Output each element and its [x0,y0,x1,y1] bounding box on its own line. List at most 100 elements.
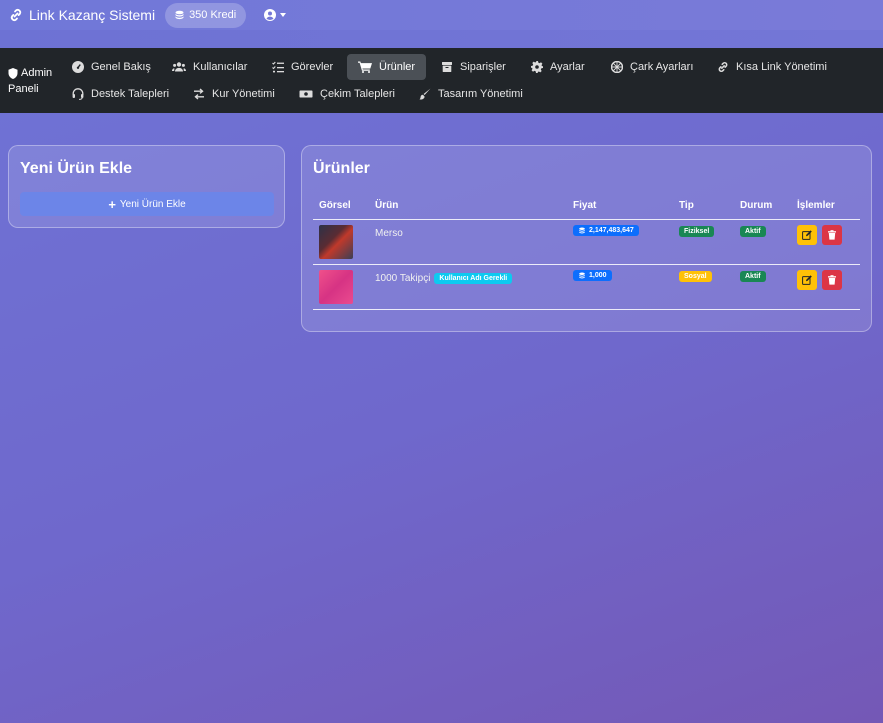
cart-icon [358,61,372,73]
product-thumbnail[interactable] [319,269,353,304]
col-header-islemler: İşlemler [791,193,860,220]
nav-item-label: Tasarım Yönetimi [438,88,523,100]
cell-status: Aktif [734,264,791,310]
admin-brand-line2: Paneli [8,83,39,95]
col-header-fiyat: Fiyat [567,193,673,220]
nav-item-label: Destek Talepleri [91,88,170,100]
wheel-icon [611,61,623,73]
nav-item-urunler[interactable]: Ürünler [347,54,427,80]
cell-actions [791,219,860,265]
brand-link[interactable]: Link Kazanç Sistemi [8,7,155,23]
nav-item-kisa-link[interactable]: Kısa Link Yönetimi [706,54,838,80]
top-navbar: Link Kazanç Sistemi 350 Kredi [0,0,883,30]
headset-icon [72,88,84,100]
add-product-card: Yeni Ürün Ekle + Yeni Ürün Ekle [8,145,285,228]
cell-product: 1000 Takipçi Kullanıcı Adı Gerekli [369,264,567,310]
price-badge: 2,147,483,647 [573,224,639,236]
nav-item-label: Çekim Talepleri [320,88,395,100]
nav-item-cekim-talepleri[interactable]: Çekim Talepleri [288,81,406,107]
add-product-button-label: Yeni Ürün Ekle [119,198,186,210]
nav-item-label: Görevler [291,61,334,73]
nav-item-label: Siparişler [460,61,506,73]
nav-item-label: Çark Ayarları [630,61,694,73]
col-header-gorsel: Görsel [313,193,369,220]
col-header-urun: Ürün [369,193,567,220]
price-value: 1,000 [589,271,607,279]
edit-icon [802,229,812,240]
coins-icon [579,226,585,233]
users-icon [172,62,186,72]
status-badge: Aktif [740,270,766,282]
products-card: Ürünler Görsel Ürün Fiyat Tip Durum İşle… [301,145,872,332]
price-badge: 1,000 [573,269,612,281]
type-badge: Sosyal [679,270,712,282]
nav-item-label: Ürünler [379,61,416,73]
add-product-button[interactable]: + Yeni Ürün Ekle [20,192,274,216]
list-check-icon [272,61,284,73]
add-product-title: Yeni Ürün Ekle [20,160,133,177]
nav-item-label: Kur Yönetimi [212,88,275,100]
edit-button[interactable] [797,224,817,245]
coins-icon [175,10,184,20]
admin-brand-line1: Admin [21,67,53,79]
nav-item-destek-talepleri[interactable]: Destek Talepleri [61,81,180,107]
link-icon [10,8,22,22]
table-row: Merso 2,147,483,647 Fiziksel Aktif [313,219,860,265]
product-thumbnail[interactable] [319,224,353,259]
product-name: Merso [375,227,403,239]
type-badge: Fiziksel [679,225,715,237]
col-header-tip: Tip [673,193,734,220]
user-circle-icon [264,9,277,21]
edit-button[interactable] [797,269,817,290]
delete-button[interactable] [821,269,842,290]
products-title: Ürünler [313,160,370,177]
cell-type: Fiziksel [673,219,734,265]
nav-item-genel-bakis[interactable]: Genel Bakış [61,54,162,80]
nav-item-gorevler[interactable]: Görevler [261,54,344,80]
nav-item-cark-ayarlari[interactable]: Çark Ayarları [600,54,704,80]
status-badge: Aktif [740,225,766,237]
nav-item-label: Kısa Link Yönetimi [736,61,827,73]
nav-item-siparisler[interactable]: Siparişler [430,54,517,80]
credit-amount: 350 Kredi [189,9,237,21]
shield-icon [8,67,18,79]
nav-item-label: Genel Bakış [91,61,151,73]
delete-button[interactable] [821,224,842,245]
brush-icon [419,88,431,100]
plus-icon: + [108,196,116,212]
nav-item-kur-yonetimi[interactable]: Kur Yönetimi [182,81,286,107]
nav-item-ayarlar[interactable]: Ayarlar [520,54,596,80]
table-header-row: Görsel Ürün Fiyat Tip Durum İşlemler [313,193,860,220]
nav-item-tasarim-yonetimi[interactable]: Tasarım Yönetimi [408,81,534,107]
money-icon [299,90,313,98]
cell-actions [791,264,860,310]
cell-image [313,219,369,265]
cell-price: 1,000 [567,264,673,310]
gauge-icon [72,61,84,73]
header-spacer [0,30,883,48]
user-menu-dropdown[interactable] [264,9,287,21]
box-icon [442,62,452,72]
username-required-badge: Kullanıcı Adı Gerekli [434,272,513,284]
nav-item-kullanicilar[interactable]: Kullanıcılar [161,54,258,80]
nav-item-label: Kullanıcılar [193,61,248,73]
cell-product: Merso [369,219,567,265]
admin-navbar: Admin Paneli Genel Bakış Kullanıcılar Gö… [0,48,883,113]
brand-title: Link Kazanç Sistemi [29,7,156,23]
chevron-down-icon [280,13,287,17]
link-icon [718,62,728,72]
cell-type: Sosyal [673,264,734,310]
gear-icon [531,61,543,73]
edit-icon [802,274,812,285]
nav-item-label: Ayarlar [550,61,585,73]
price-value: 2,147,483,647 [589,226,634,234]
credit-balance: 350 Kredi [165,2,247,28]
cell-status: Aktif [734,219,791,265]
cell-image [313,264,369,310]
admin-panel-brand[interactable]: Admin Paneli [8,65,52,97]
trash-icon [827,274,836,285]
coins-icon [579,271,585,278]
table-row: 1000 Takipçi Kullanıcı Adı Gerekli 1,000… [313,264,860,310]
exchange-icon [194,88,204,100]
cell-price: 2,147,483,647 [567,219,673,265]
